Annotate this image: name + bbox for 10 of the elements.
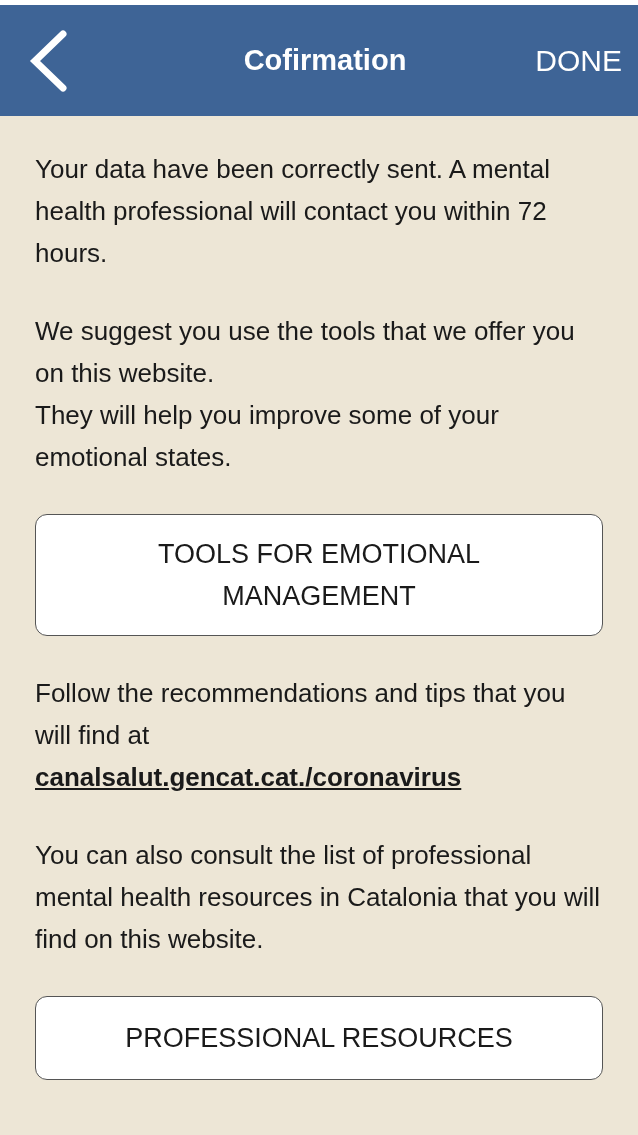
website-link[interactable]: canalsalut.gencat.cat./coronavirus (35, 756, 462, 798)
body-text: You can also consult the list of professional mental health resources in Catalonia that you will find on this website. (35, 839, 602, 956)
action-button[interactable]: PROFESSIONAL RESOURCES (35, 996, 603, 1080)
body-text: We suggest you use the tools that we offer you on this website. (35, 315, 576, 390)
body-text: Your data have been correctly sent. A mental health professional will contact you within 72 hours. (35, 153, 552, 270)
action-button[interactable]: TOOLS FOR EMOTIONAL MANAGEMENT (35, 514, 603, 636)
body-text: They will help you improve some of your emotional states. (35, 399, 500, 474)
back-icon[interactable] (28, 29, 68, 92)
header-title: Cofirmation (243, 42, 407, 78)
done-button[interactable]: DONE (535, 38, 622, 83)
